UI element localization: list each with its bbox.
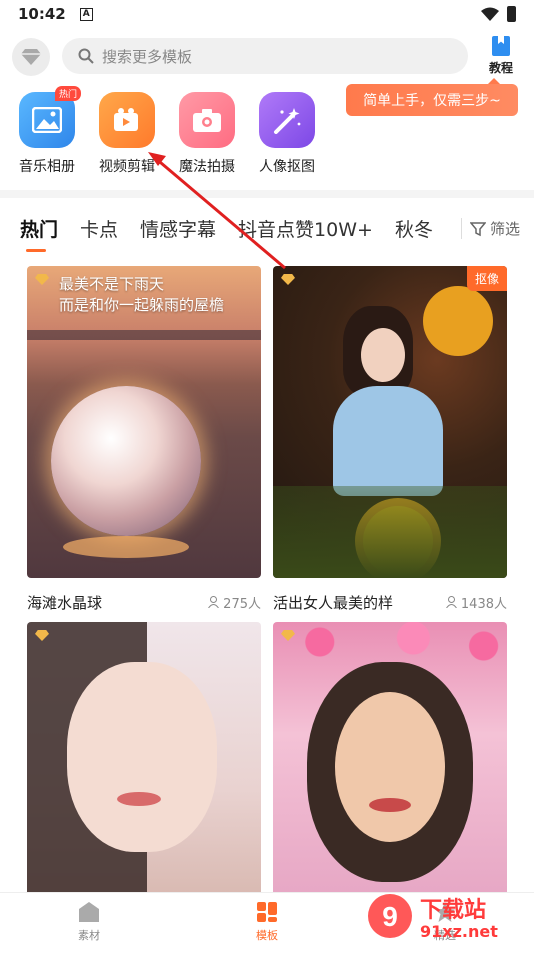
horizon-line [27, 330, 261, 340]
watermark-logo: 9 下载站 91xz.net [362, 888, 532, 950]
person-icon [208, 596, 219, 608]
top-bar: 搜索更多模板 教程 [0, 36, 534, 76]
camera-icon [179, 92, 235, 148]
crystal-ball-image [51, 386, 201, 536]
glow [63, 536, 189, 558]
home-icon [78, 901, 100, 923]
vip-button[interactable] [12, 38, 50, 76]
person-icon [446, 596, 457, 608]
search-bar[interactable]: 搜索更多模板 [62, 38, 468, 74]
feature-music-album[interactable]: 热门 音乐相册 [18, 92, 76, 176]
watermark-url: 91xz.net [420, 922, 498, 941]
template-thumbnail: 最美不是下雨天 而是和你一起躲雨的屋檐 [27, 266, 261, 578]
section-divider [0, 190, 534, 198]
nav-label: 素材 [78, 927, 100, 943]
feature-video-edit[interactable]: 视频剪辑 [98, 92, 156, 176]
feature-row: 热门 音乐相册 视频剪辑 魔法拍摄 人像抠图 [18, 92, 316, 176]
nav-templates[interactable]: 模板 [178, 893, 356, 950]
status-bar: 10:42 A [0, 0, 534, 28]
card-meta: 海滩水晶球 275人 [27, 592, 261, 613]
tab-emotion-subtitles[interactable]: 情感字幕 [140, 215, 216, 242]
feature-label: 人像抠图 [259, 156, 315, 176]
search-icon [78, 48, 94, 64]
tab-beat[interactable]: 卡点 [80, 215, 118, 242]
feature-label: 视频剪辑 [99, 156, 155, 176]
feature-portrait-cutout[interactable]: 人像抠图 [258, 92, 316, 176]
template-title: 海滩水晶球 [27, 592, 102, 613]
usage-count: 1438人 [446, 593, 507, 612]
flower-1 [423, 286, 493, 356]
card-meta: 活出女人最美的样 1438人 [273, 592, 507, 613]
filter-button[interactable]: 筛选 [461, 218, 520, 239]
tab-autumn-winter[interactable]: 秋冬 [395, 215, 433, 242]
hot-badge: 热门 [55, 86, 81, 101]
nav-label: 模板 [256, 927, 278, 943]
tutorial-tip[interactable]: 简单上手，仅需三步~ [346, 84, 518, 116]
caption-line: 最美不是下雨天 [59, 274, 224, 295]
cutout-badge: 抠像 [467, 266, 507, 291]
dress [333, 386, 443, 496]
face [67, 662, 217, 852]
grid-icon [256, 901, 278, 923]
watermark-text: 下载站 [420, 892, 486, 924]
category-tabs: 热门 卡点 情感字幕 抖音点赞10W+ 秋冬 筛选 [20, 208, 520, 248]
video-icon [99, 92, 155, 148]
count-text: 1438人 [461, 597, 507, 612]
template-card[interactable] [273, 622, 507, 902]
svg-text:9: 9 [382, 901, 398, 932]
overlay-caption: 最美不是下雨天 而是和你一起躲雨的屋檐 [59, 274, 224, 316]
tab-douyin-likes[interactable]: 抖音点赞10W+ [238, 215, 373, 242]
template-thumbnail [273, 622, 507, 902]
magic-wand-icon [259, 92, 315, 148]
tutorial-label: 教程 [489, 61, 513, 75]
count-text: 275人 [223, 597, 261, 612]
template-title: 活出女人最美的样 [273, 592, 393, 613]
photo-icon: 热门 [19, 92, 75, 148]
flower-crown [273, 622, 507, 662]
usage-count: 275人 [208, 593, 261, 612]
face [335, 692, 445, 842]
grass [273, 486, 507, 578]
face [361, 328, 405, 382]
lips [117, 792, 161, 806]
clock: 10:42 [18, 5, 66, 23]
premium-diamond-icon [281, 274, 295, 285]
template-thumbnail: 抠像 [273, 266, 507, 578]
nav-materials[interactable]: 素材 [0, 893, 178, 950]
wifi-icon [481, 7, 499, 21]
notification-a-icon: A [80, 8, 93, 21]
filter-icon [470, 221, 486, 237]
battery-icon [507, 6, 516, 22]
feature-label: 魔法拍摄 [179, 156, 235, 176]
book-icon [492, 36, 510, 56]
tutorial-button[interactable]: 教程 [484, 36, 518, 76]
template-card[interactable] [27, 622, 261, 902]
lips [369, 798, 411, 812]
caption-line: 而是和你一起躲雨的屋檐 [59, 295, 224, 316]
feature-label: 音乐相册 [19, 156, 75, 176]
template-card[interactable]: 抠像 活出女人最美的样 1438人 [273, 266, 507, 613]
template-card[interactable]: 最美不是下雨天 而是和你一起躲雨的屋檐 海滩水晶球 275人 [27, 266, 261, 613]
template-thumbnail [27, 622, 261, 902]
search-placeholder: 搜索更多模板 [102, 46, 192, 67]
premium-diamond-icon [35, 274, 49, 285]
tab-hot[interactable]: 热门 [20, 215, 58, 242]
filter-label: 筛选 [490, 218, 520, 239]
feature-magic-shoot[interactable]: 魔法拍摄 [178, 92, 236, 176]
diamond-icon [21, 49, 41, 65]
